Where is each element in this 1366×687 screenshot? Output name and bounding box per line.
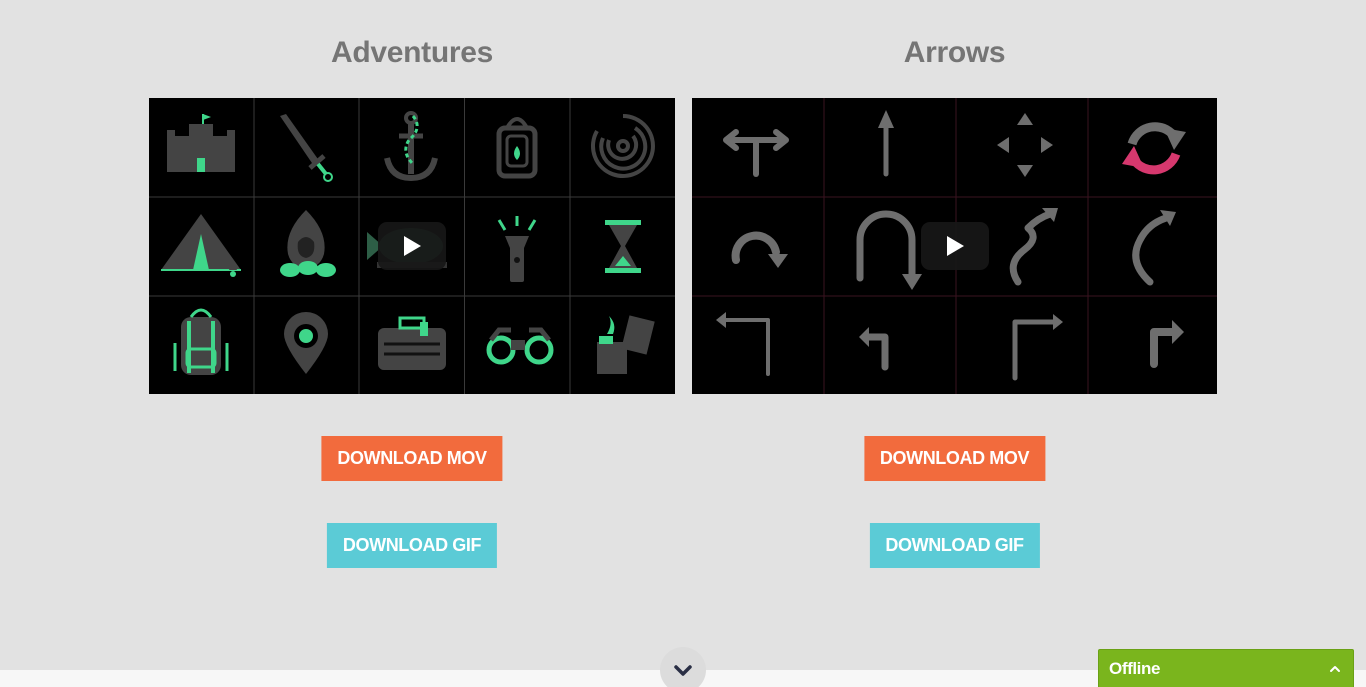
maze-icon [591, 114, 655, 178]
turn-right-arrow-icon [1150, 320, 1184, 368]
download-mov-button[interactable]: DOWNLOAD MOV [863, 436, 1046, 481]
lighter-icon [597, 315, 655, 374]
curved-up-arrow-icon [1132, 210, 1176, 286]
campfire-icon [280, 210, 336, 277]
hourglass-icon [605, 220, 641, 273]
corner-right-arrow-icon [1012, 314, 1063, 381]
download-gif-button[interactable]: DOWNLOAD GIF [869, 523, 1040, 568]
scroll-down-button[interactable] [660, 647, 706, 687]
download-mov-button[interactable]: DOWNLOAD MOV [321, 436, 503, 481]
four-way-arrows-icon [997, 113, 1053, 177]
turn-left-arrow-icon [859, 327, 889, 371]
s-curve-arrow-icon [1009, 208, 1058, 286]
chat-widget-bar[interactable]: Offline [1098, 649, 1354, 687]
page: Adventures DOWNLOAD MOV DOWNLOAD GIF Arr… [0, 0, 1366, 687]
split-arrow-icon [723, 129, 789, 177]
chevron-up-icon [1330, 665, 1340, 672]
chat-status-label: Offline [1109, 658, 1161, 678]
map-pin-icon [284, 312, 328, 374]
chevron-down-icon [674, 665, 692, 676]
sword-icon [280, 114, 333, 182]
curved-right-arrow-icon [731, 231, 788, 268]
castle-icon [167, 114, 235, 172]
suitcase-icon [378, 316, 446, 370]
u-turn-arrow-icon [856, 210, 922, 290]
play-button[interactable] [920, 222, 989, 270]
up-arrow-icon [878, 110, 894, 177]
download-gif-button[interactable]: DOWNLOAD GIF [326, 523, 498, 568]
section-title: Arrows [903, 36, 1006, 69]
anchor-icon [384, 111, 438, 182]
play-icon [404, 236, 421, 256]
adventures-video-preview[interactable] [149, 98, 675, 394]
binoculars-icon [486, 327, 554, 365]
corner-left-arrow-icon [716, 312, 770, 376]
refresh-arrows-icon [1122, 122, 1186, 175]
section-title: Adventures [330, 36, 494, 69]
flashlight-icon [497, 216, 537, 282]
backpack-icon [173, 308, 229, 375]
arrows-video-preview[interactable] [692, 98, 1217, 394]
play-icon [946, 236, 964, 256]
lantern-icon [496, 117, 538, 179]
play-button[interactable] [378, 222, 446, 270]
tent-icon [161, 214, 241, 277]
